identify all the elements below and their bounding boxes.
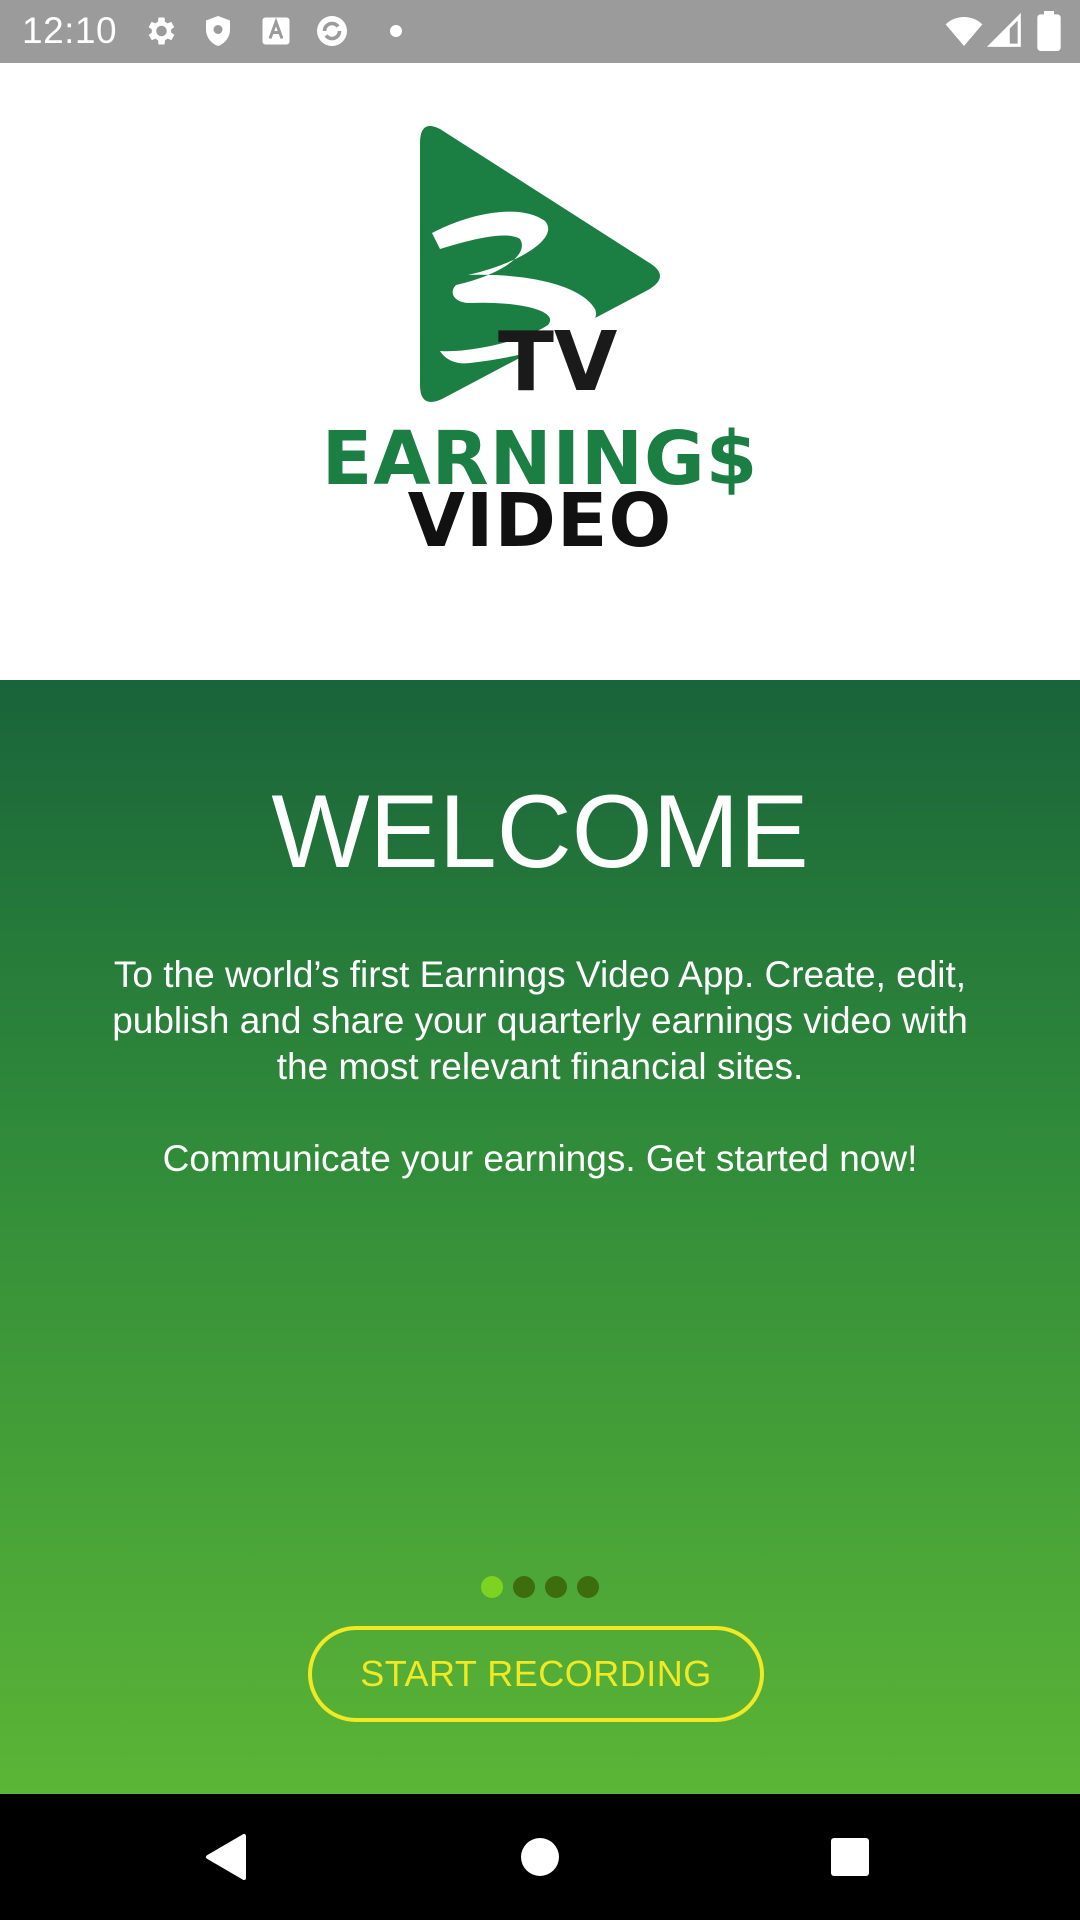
tagline: Communicate your earnings. Get started n… — [162, 1138, 918, 1179]
sync-icon — [317, 16, 347, 46]
logo-area: TV EARNING$ VIDEO — [0, 63, 1080, 680]
description-line-3: the most relevant financial sites. — [276, 1046, 804, 1087]
shield-icon — [206, 16, 230, 46]
welcome-description: To the world’s first Earnings Video App.… — [70, 952, 1010, 1182]
navigation-bar — [0, 1794, 1080, 1920]
back-icon[interactable] — [190, 1822, 260, 1892]
settings-icon — [148, 17, 175, 45]
start-recording-button[interactable]: START RECORDING — [308, 1626, 764, 1722]
home-icon[interactable] — [505, 1822, 575, 1892]
page-dot-2[interactable] — [513, 1576, 535, 1598]
dot-icon — [390, 25, 402, 37]
status-time: 12:10 — [22, 10, 118, 51]
logo-tv-text: TV — [498, 315, 618, 410]
page-dot-3[interactable] — [545, 1576, 567, 1598]
welcome-panel: WELCOME To the world’s first Earnings Vi… — [0, 680, 1080, 1794]
battery-icon — [1037, 11, 1061, 51]
description-line-1: To the world’s first Earnings Video App.… — [113, 954, 967, 995]
recents-icon[interactable] — [815, 1822, 885, 1892]
welcome-title: WELCOME — [271, 774, 809, 890]
text-icon — [262, 17, 290, 45]
page-dot-4[interactable] — [577, 1576, 599, 1598]
logo-video-text: VIDEO — [407, 478, 673, 564]
page-dot-1[interactable] — [481, 1576, 503, 1598]
page-indicator — [0, 1576, 1080, 1598]
wifi-icon — [945, 17, 983, 46]
description-line-2: publish and share your quarterly earning… — [112, 1000, 968, 1041]
signal-icon — [986, 12, 1021, 47]
status-bar: 12:10 — [0, 0, 1080, 63]
